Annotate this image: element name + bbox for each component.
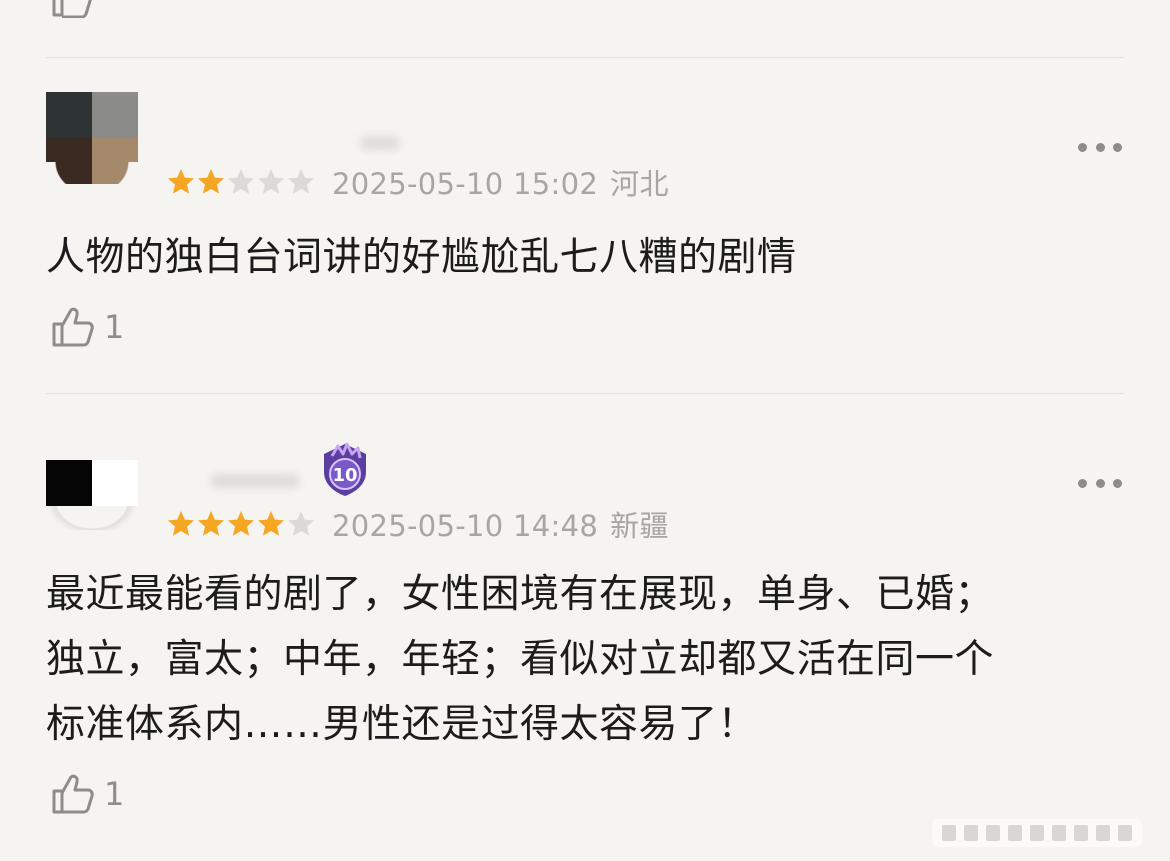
- like-button[interactable]: 1: [50, 305, 124, 349]
- comment-divider: [46, 393, 1124, 394]
- star-filled-icon: [228, 511, 254, 536]
- thumbs-up-icon: [52, 774, 94, 814]
- more-options-icon[interactable]: [1078, 477, 1122, 489]
- badge-level: 10: [332, 465, 357, 486]
- comment-text: 人物的独白台词讲的好尴尬乱七八糟的剧情: [46, 235, 797, 280]
- comment-meta: 2025-05-10 14:48 新疆: [166, 504, 669, 544]
- like-count: 1: [104, 775, 125, 813]
- comment-meta: 2025-05-10 15:02 河北: [166, 162, 669, 202]
- username-blurred: [210, 474, 300, 488]
- star-empty-icon: [258, 169, 284, 194]
- thumbs-up-icon: [52, 0, 92, 19]
- comment-text-line: 标准体系内……男性还是过得太容易了！: [46, 702, 758, 747]
- star-filled-icon: [168, 511, 194, 536]
- more-options-icon[interactable]: [1078, 141, 1122, 153]
- star-empty-icon: [288, 169, 314, 194]
- watermark-logo: [932, 819, 1142, 847]
- comment-date: 2025-05-10 15:02: [332, 167, 599, 201]
- avatar[interactable]: [46, 92, 138, 184]
- level-badge-icon: 10: [324, 442, 366, 496]
- comment-divider: [46, 57, 1124, 58]
- rating-stars: [166, 509, 316, 539]
- star-filled-icon: [198, 169, 224, 194]
- avatar[interactable]: [46, 460, 138, 530]
- comment-location: 新疆: [610, 509, 669, 543]
- comment-text-line: 独立，富太；中年，年轻；看似对立却都又活在同一个: [46, 637, 995, 682]
- rating-stars: [166, 167, 316, 197]
- thumbs-up-icon: [52, 307, 94, 347]
- star-filled-icon: [198, 511, 224, 536]
- comment-text-line: 最近最能看的剧了，女性困境有在展现，单身、已婚；: [46, 572, 995, 617]
- previous-comment-like[interactable]: [50, 0, 94, 22]
- username-blurred: [360, 136, 400, 150]
- star-filled-icon: [168, 169, 194, 194]
- like-button[interactable]: 1: [50, 772, 124, 816]
- comment-date: 2025-05-10 14:48: [332, 509, 599, 543]
- star-filled-icon: [258, 511, 284, 536]
- star-empty-icon: [288, 511, 314, 536]
- comment-text: 最近最能看的剧了，女性困境有在展现，单身、已婚； 独立，富太；中年，年轻；看似对…: [46, 562, 1136, 757]
- like-count: 1: [104, 308, 125, 346]
- comment-location: 河北: [610, 167, 669, 201]
- star-empty-icon: [228, 169, 254, 194]
